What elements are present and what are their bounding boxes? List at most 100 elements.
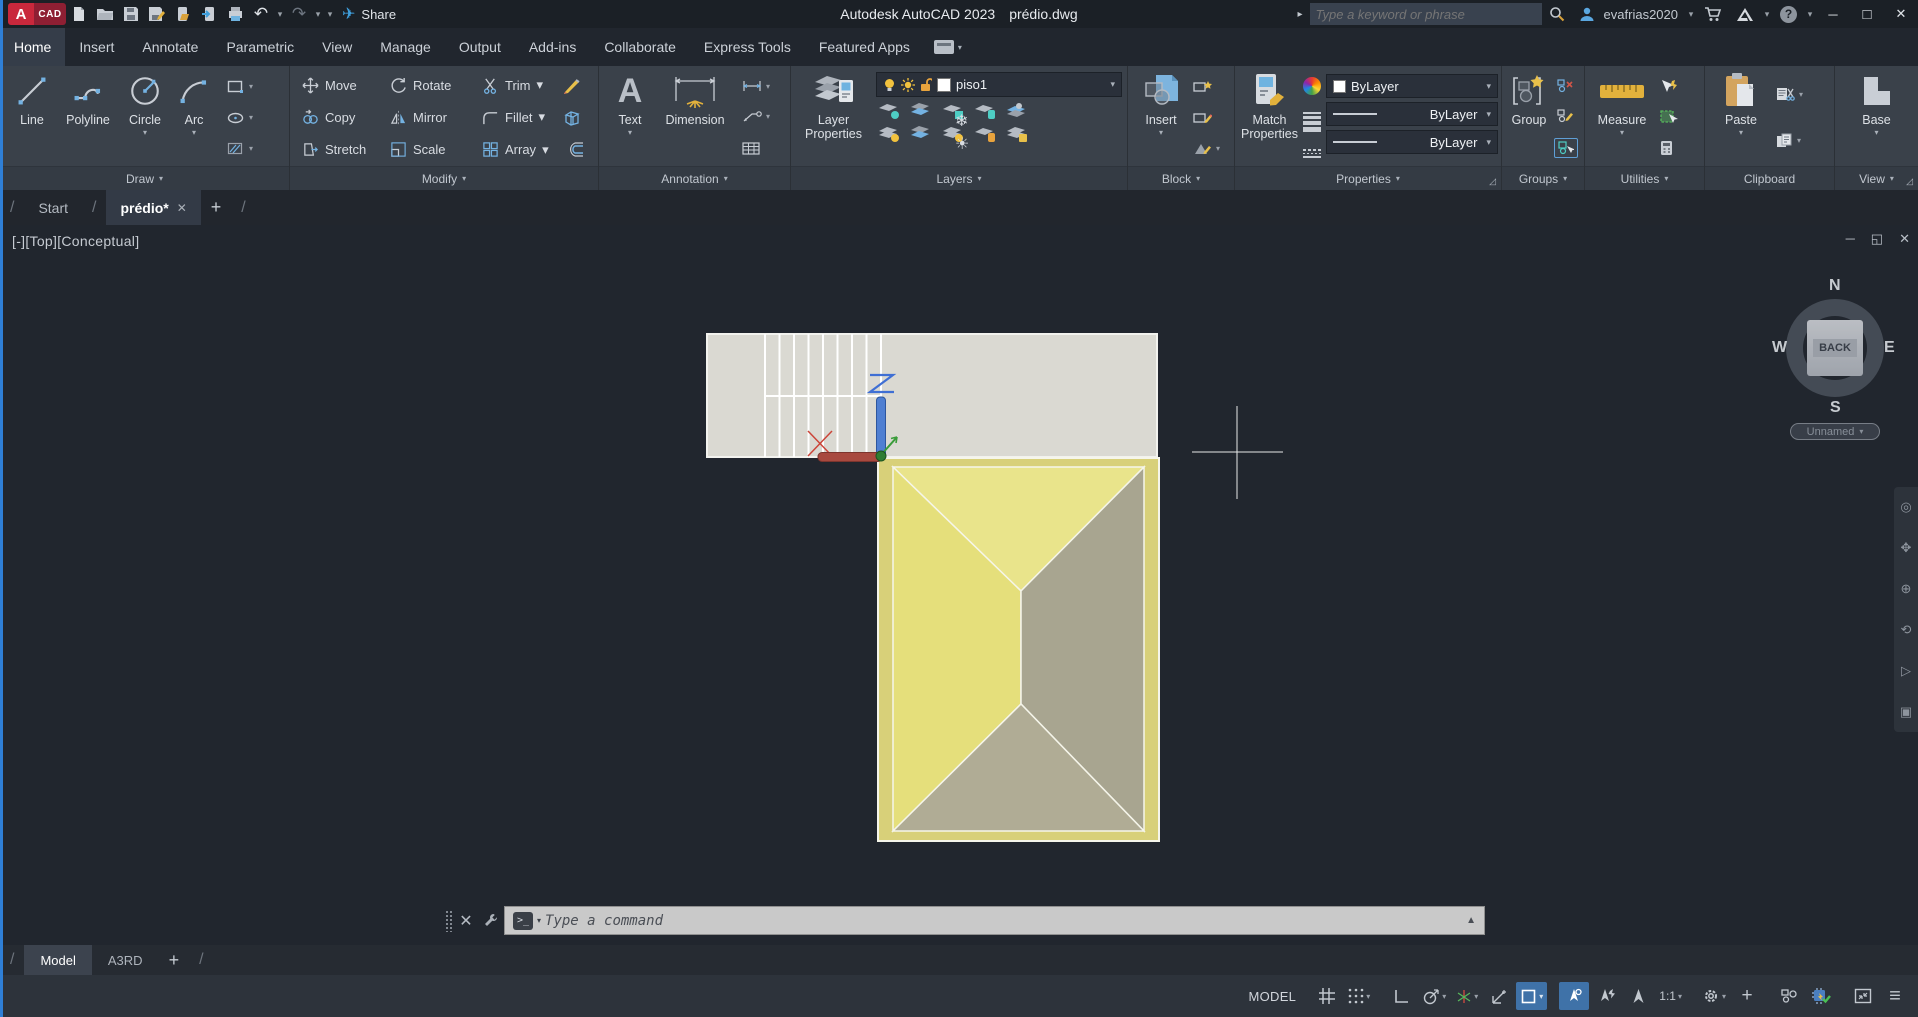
workspace-switching-button[interactable]: ▾: [1698, 982, 1730, 1010]
quick-select-button[interactable]: [1657, 77, 1681, 96]
paste-button[interactable]: Paste ▾: [1717, 69, 1765, 166]
close-button[interactable]: ✕: [1884, 0, 1918, 28]
command-line-grip[interactable]: [445, 909, 452, 932]
hip-roof[interactable]: [877, 457, 1160, 842]
line-button[interactable]: Line: [10, 69, 54, 166]
ortho-mode-button[interactable]: [1386, 982, 1416, 1010]
circle-button[interactable]: Circle ▾: [122, 69, 168, 166]
base-dropdown-icon[interactable]: ▾: [1874, 129, 1878, 137]
grid-display-button[interactable]: [1312, 982, 1342, 1010]
search-expand-icon[interactable]: ▸: [1291, 0, 1310, 28]
tab-view[interactable]: View: [308, 28, 366, 66]
minimize-button[interactable]: ─: [1816, 0, 1850, 28]
viewcube-west[interactable]: W: [1772, 339, 1787, 357]
lineweight-dropdown[interactable]: ByLayer ▾: [1325, 102, 1498, 126]
circle-dropdown-icon[interactable]: ▾: [143, 129, 147, 137]
tab-output[interactable]: Output: [445, 28, 515, 66]
annotation-autoscale-button[interactable]: [1591, 982, 1621, 1010]
new-tab-button[interactable]: +: [201, 197, 232, 218]
tab-featured-apps[interactable]: Featured Apps: [805, 28, 924, 66]
save-button[interactable]: [118, 2, 144, 26]
insert-block-button[interactable]: Insert ▾: [1136, 69, 1186, 166]
properties-panel-title[interactable]: Properties ▾ ◿: [1235, 166, 1501, 190]
new-drawing-button[interactable]: [66, 2, 92, 26]
new-layout-button[interactable]: +: [159, 950, 190, 971]
base-button[interactable]: Base ▾: [1851, 69, 1903, 166]
annotation-scale-button[interactable]: [1623, 982, 1653, 1010]
pan-icon[interactable]: ✥: [1901, 540, 1912, 556]
annotation-visibility-button[interactable]: [1559, 982, 1590, 1010]
layer-make-current-button[interactable]: [1004, 100, 1028, 120]
cut-clip-button[interactable]: ▾: [1773, 85, 1806, 103]
layer-lock-button[interactable]: [972, 100, 996, 120]
table-button[interactable]: [739, 140, 773, 157]
command-history-caret-icon[interactable]: ▾: [537, 916, 541, 925]
ellipse-button[interactable]: ▾: [224, 109, 256, 127]
fillet-button[interactable]: Fillet ▾: [478, 107, 549, 128]
annotation-panel-title[interactable]: Annotation ▾: [599, 166, 790, 190]
scale-button[interactable]: Scale: [386, 139, 476, 160]
file-tab-start[interactable]: Start: [24, 190, 82, 225]
autodesk-logo-icon[interactable]: [1729, 0, 1761, 28]
navbar-menu-icon[interactable]: ▣: [1900, 704, 1912, 720]
viewcube-views-dropdown[interactable]: Unnamed ▾: [1790, 423, 1880, 440]
leader-button[interactable]: ▾: [739, 108, 773, 125]
command-line-close-button[interactable]: ✕: [456, 911, 476, 931]
arc-button[interactable]: Arc ▾: [174, 69, 214, 166]
layer-select-dropdown[interactable]: piso1 ▾: [876, 72, 1122, 97]
object-snap-button[interactable]: ▾: [1516, 982, 1548, 1010]
group-button[interactable]: Group: [1506, 69, 1552, 166]
erase-button[interactable]: [557, 75, 585, 96]
tab-express-tools[interactable]: Express Tools: [690, 28, 805, 66]
text-dropdown-icon[interactable]: ▾: [628, 129, 632, 137]
linear-dimension-button[interactable]: ▾: [739, 78, 773, 94]
polar-tracking-button[interactable]: ▾: [1418, 982, 1450, 1010]
user-dropdown[interactable]: ▾: [1685, 9, 1697, 20]
isometric-drafting-button[interactable]: ▾: [1452, 982, 1482, 1010]
copy-button[interactable]: Copy: [298, 107, 384, 128]
redo-dropdown[interactable]: ▾: [312, 9, 324, 20]
command-line[interactable]: ✕ >_ ▾ ▲: [445, 903, 1485, 938]
view-panel-title[interactable]: View ▾ ◿: [1835, 166, 1918, 190]
layer-freeze-button[interactable]: ❄: [940, 100, 968, 130]
recent-commands-arrow-icon[interactable]: ▲: [1466, 915, 1476, 926]
offset-button[interactable]: [563, 140, 589, 159]
save-as-button[interactable]: [144, 2, 170, 26]
mirror-button[interactable]: Mirror: [386, 107, 476, 128]
rotate-button[interactable]: Rotate: [386, 75, 476, 96]
layer-match-button[interactable]: [1004, 123, 1028, 143]
file-tab-predio[interactable]: prédio* ✕: [106, 190, 201, 225]
dimension-button[interactable]: Dimension: [659, 69, 731, 166]
snap-mode-button[interactable]: ▾: [1344, 982, 1374, 1010]
modify-panel-title[interactable]: Modify ▾: [290, 166, 598, 190]
model-space-button[interactable]: MODEL: [1244, 982, 1300, 1010]
customize-wrench-button[interactable]: [480, 913, 500, 928]
polyline-button[interactable]: Polyline: [60, 69, 116, 166]
command-input-bar[interactable]: >_ ▾ ▲: [504, 906, 1485, 935]
open-button[interactable]: [92, 2, 118, 26]
layer-thaw-button[interactable]: [908, 123, 932, 143]
layout-tab-a3rd[interactable]: A3RD: [92, 945, 159, 975]
move-button[interactable]: Move: [298, 75, 384, 96]
save-to-web-mobile-button[interactable]: [170, 2, 196, 26]
command-input[interactable]: [545, 912, 1463, 929]
stretch-button[interactable]: Stretch: [298, 139, 384, 160]
arc-dropdown-icon[interactable]: ▾: [192, 129, 196, 137]
full-navigation-wheel-icon[interactable]: ◎: [1900, 499, 1911, 515]
annotation-scale-value[interactable]: 1:1 ▾: [1655, 982, 1686, 1010]
clipboard-panel-title[interactable]: Clipboard: [1705, 166, 1834, 190]
search-icon[interactable]: [1542, 0, 1572, 28]
hatch-button[interactable]: ▾: [224, 140, 256, 158]
ribbon-display-toggle[interactable]: ▾: [933, 28, 962, 66]
viewcube-south[interactable]: S: [1830, 399, 1841, 417]
tab-addins[interactable]: Add-ins: [515, 28, 590, 66]
group-edit-button[interactable]: [1554, 107, 1578, 125]
tab-annotate[interactable]: Annotate: [128, 28, 212, 66]
group-selection-toggle[interactable]: [1554, 137, 1578, 158]
plot-button[interactable]: [222, 2, 248, 26]
quick-calculator-button[interactable]: [1657, 138, 1681, 158]
tab-manage[interactable]: Manage: [366, 28, 445, 66]
search-box[interactable]: [1309, 3, 1542, 25]
help-dropdown[interactable]: ▾: [1804, 9, 1816, 20]
command-prompt-icon[interactable]: >_: [513, 911, 533, 930]
